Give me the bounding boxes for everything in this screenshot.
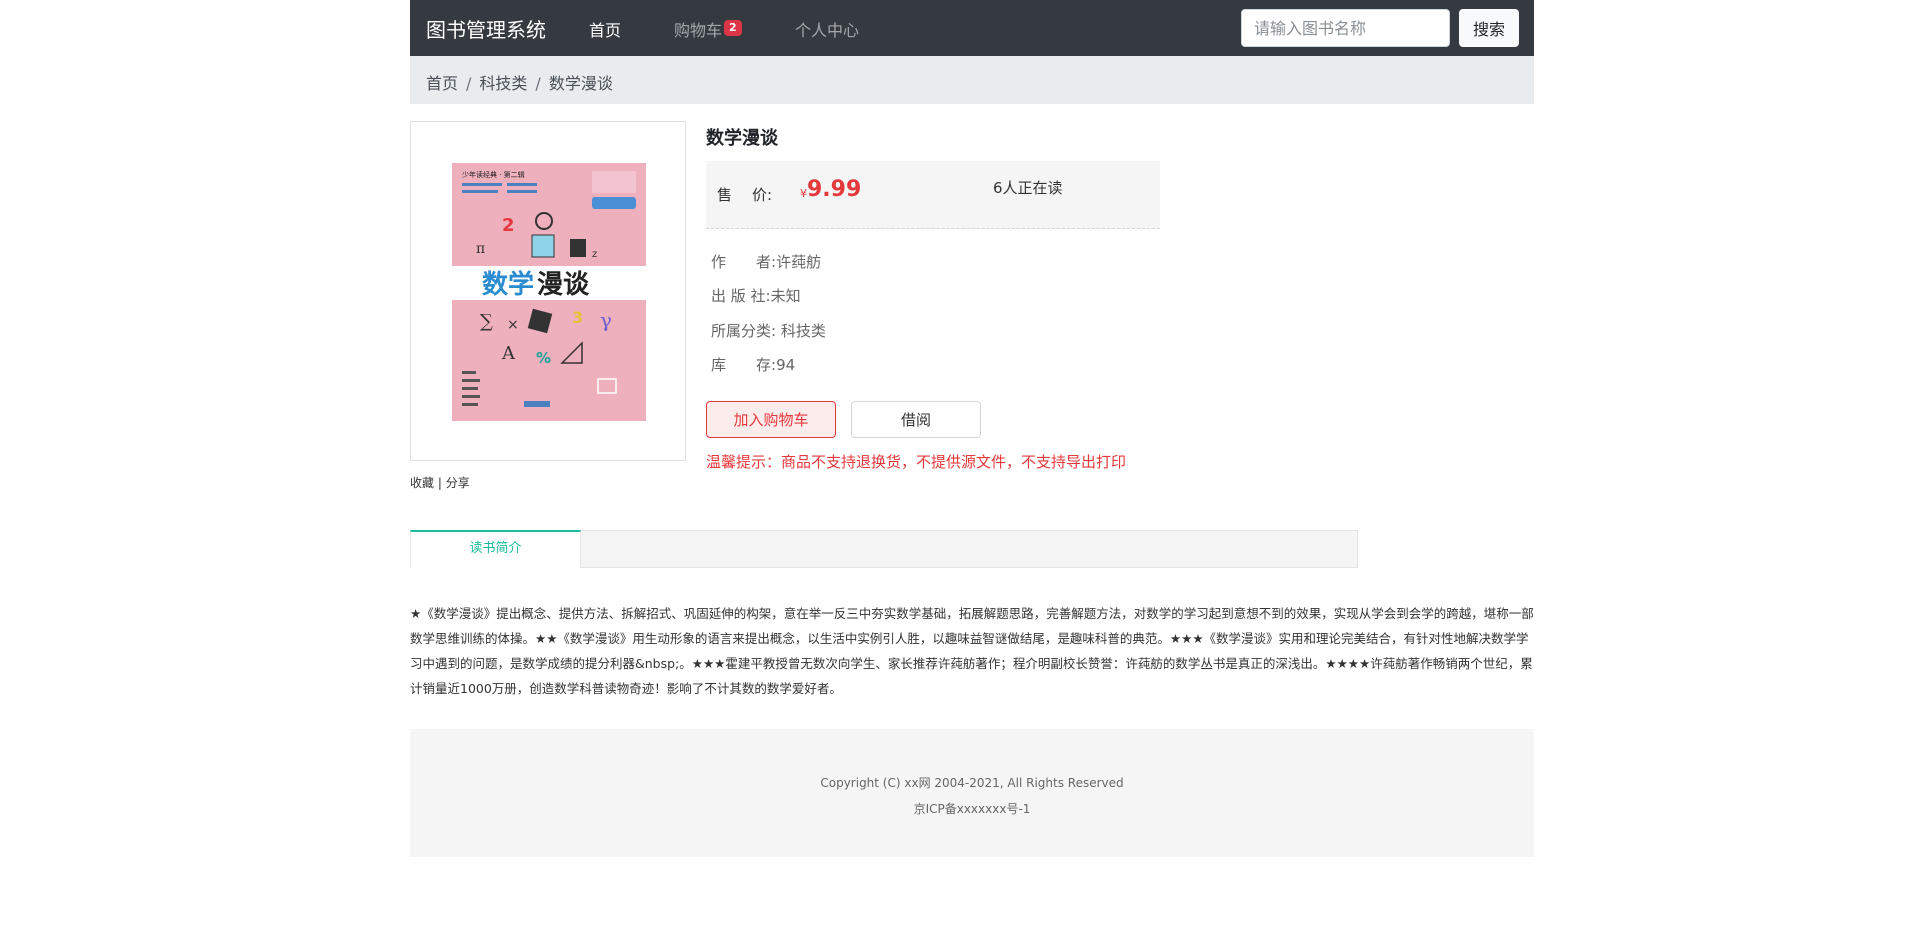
svg-text:γ: γ bbox=[600, 308, 612, 332]
favorite-share-links: 收藏 | 分享 bbox=[410, 474, 470, 491]
author-label: 作 者: bbox=[711, 253, 777, 271]
favorite-link[interactable]: 收藏 bbox=[410, 476, 434, 490]
book-summary: ★《数学漫谈》提出概念、提供方法、拆解招式、巩固延伸的构架，意在举一反三中夯实数… bbox=[410, 606, 1534, 696]
publisher-row: 出 版 社:未知 bbox=[711, 285, 801, 306]
breadcrumb-category[interactable]: 科技类 bbox=[479, 74, 527, 93]
nav-profile[interactable]: 个人中心 bbox=[795, 17, 859, 41]
cover-title-part1: 数学 bbox=[482, 269, 534, 300]
price-label-part2: 价: bbox=[752, 186, 773, 204]
borrow-button[interactable]: 借阅 bbox=[851, 401, 981, 438]
price-panel: 售 价: ¥ 9.99 6人正在读 bbox=[706, 161, 1160, 229]
breadcrumb: 首页 / 科技类 / 数学漫谈 bbox=[410, 56, 1534, 104]
svg-text:2: 2 bbox=[502, 215, 515, 236]
category-row: 所属分类: 科技类 bbox=[711, 320, 826, 341]
svg-text:∑: ∑ bbox=[480, 311, 493, 332]
svg-text:π: π bbox=[476, 241, 485, 257]
svg-text:z: z bbox=[592, 249, 597, 260]
stock-label: 库 存: bbox=[711, 356, 777, 374]
warning-tip: 温馨提示：商品不支持退换货，不提供源文件，不支持导出打印 bbox=[706, 453, 1127, 471]
navbar: 图书管理系统 首页 购物车2 个人中心 搜索 bbox=[410, 0, 1534, 56]
category-label: 所属分类: bbox=[711, 322, 777, 340]
author-row: 作 者:许莼舫 bbox=[711, 251, 821, 272]
breadcrumb-current: 数学漫谈 bbox=[548, 74, 613, 93]
breadcrumb-home[interactable]: 首页 bbox=[426, 74, 458, 93]
book-title: 数学漫谈 bbox=[706, 128, 778, 149]
price-value: 9.99 bbox=[807, 177, 862, 202]
footer-copyright: Copyright (C) xx网 2004-2021, All Rights … bbox=[820, 776, 1124, 790]
cart-count-badge: 2 bbox=[724, 20, 742, 36]
author-value: 许莼舫 bbox=[776, 253, 822, 271]
stock-row: 库 存:94 bbox=[711, 354, 795, 375]
nav-home[interactable]: 首页 bbox=[589, 17, 621, 41]
book-cover-image[interactable]: 少年读经典 · 第二辑 2 π z 数学 漫谈 ∑ × 3 γ A % bbox=[452, 163, 646, 421]
breadcrumb-separator: / bbox=[466, 74, 472, 93]
category-value: 科技类 bbox=[780, 322, 826, 340]
share-link[interactable]: 分享 bbox=[446, 476, 470, 490]
nav-cart-label: 购物车 bbox=[674, 21, 723, 40]
svg-text:×: × bbox=[507, 317, 519, 333]
svg-text:3: 3 bbox=[572, 308, 583, 327]
book-cover-frame: 少年读经典 · 第二辑 2 π z 数学 漫谈 ∑ × 3 γ A % bbox=[410, 121, 686, 461]
cover-series: 少年读经典 · 第二辑 bbox=[462, 170, 525, 179]
add-to-cart-button[interactable]: 加入购物车 bbox=[706, 401, 836, 438]
readers-count: 6人正在读 bbox=[993, 179, 1063, 197]
footer-icp[interactable]: 京ICP备xxxxxxx号-1 bbox=[410, 800, 1534, 817]
svg-text:A: A bbox=[501, 343, 516, 364]
price-label-part1: 售 bbox=[717, 186, 733, 204]
publisher-label: 出 版 社: bbox=[711, 287, 771, 305]
cover-title-part2: 漫谈 bbox=[537, 270, 590, 300]
link-separator: | bbox=[437, 476, 442, 490]
currency-symbol: ¥ bbox=[800, 187, 807, 200]
price-label: 售 价: bbox=[717, 184, 772, 205]
search-input[interactable] bbox=[1241, 9, 1450, 47]
brand-logo[interactable]: 图书管理系统 bbox=[426, 14, 546, 43]
breadcrumb-separator: / bbox=[535, 74, 541, 93]
tab-intro[interactable]: 读书简介 bbox=[410, 530, 581, 568]
search-button[interactable]: 搜索 bbox=[1459, 9, 1519, 47]
footer: Copyright (C) xx网 2004-2021, All Rights … bbox=[410, 729, 1534, 857]
publisher-value: 未知 bbox=[770, 287, 801, 305]
stock-value: 94 bbox=[776, 356, 796, 374]
svg-text:%: % bbox=[536, 349, 551, 367]
nav-cart[interactable]: 购物车 2 bbox=[674, 17, 742, 41]
